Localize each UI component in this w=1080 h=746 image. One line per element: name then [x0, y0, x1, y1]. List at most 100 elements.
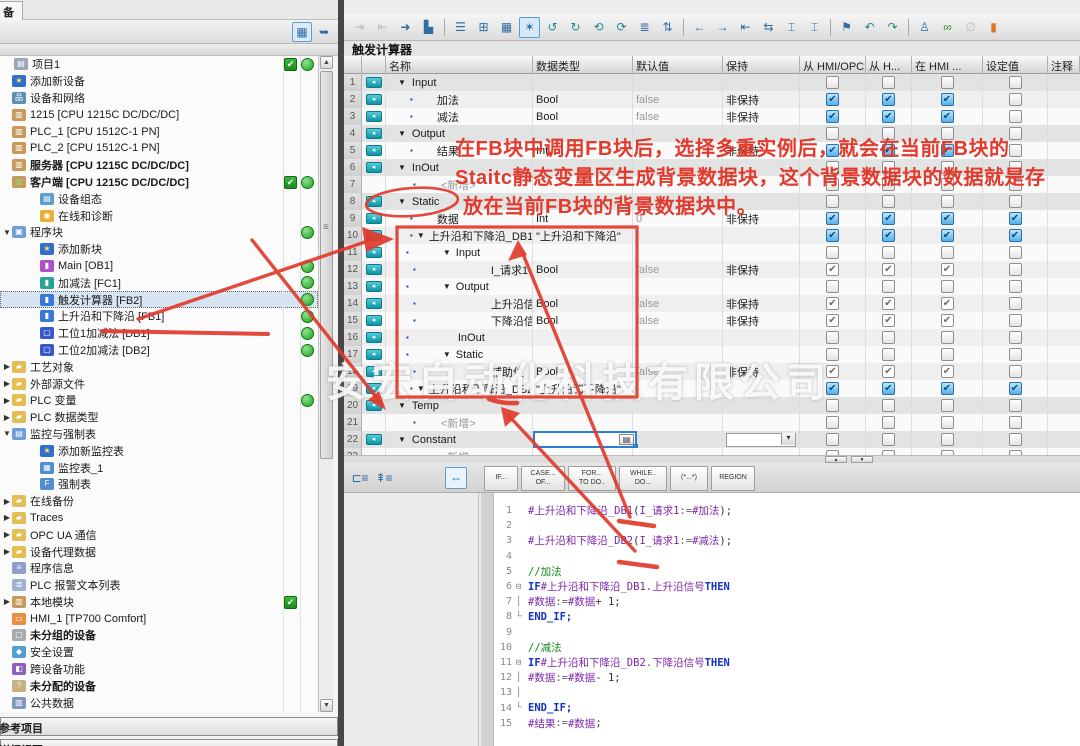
expander-icon[interactable]: ▶: [2, 396, 12, 405]
section-expander-icon[interactable]: ▼: [398, 129, 406, 138]
checked-checkbox[interactable]: ✔: [882, 229, 895, 242]
checked-checkbox[interactable]: ✔: [941, 229, 954, 242]
table-row[interactable]: 21▪<新增>: [344, 414, 1080, 431]
unchecked-checkbox[interactable]: [941, 246, 954, 259]
table-row[interactable]: 3◂▪减法Boolfalse非保持✔✔✔: [344, 108, 1080, 125]
default-value-cell[interactable]: 0: [633, 210, 723, 227]
comment-cell[interactable]: [1048, 193, 1080, 210]
retain-cell[interactable]: 非保持: [723, 312, 800, 329]
table-row[interactable]: 6◂▼InOut: [344, 159, 1080, 176]
checked-checkbox[interactable]: ✔: [882, 382, 895, 395]
data-type-cell[interactable]: [533, 414, 633, 431]
code-line[interactable]: 14└END_IF;: [494, 701, 1080, 716]
table-row[interactable]: 18◂▪辅助位Boolfalse非保持✔✔✔: [344, 363, 1080, 380]
code-line[interactable]: 5//加法: [494, 564, 1080, 579]
name-cell[interactable]: ▪<新增>: [386, 176, 533, 193]
comment-cell[interactable]: [1048, 329, 1080, 346]
unchecked-checkbox[interactable]: [1009, 314, 1022, 327]
type-picker-icon[interactable]: ▤: [619, 434, 634, 445]
table-row[interactable]: 9◂▪数据Int0非保持✔✔✔✔: [344, 210, 1080, 227]
tree-item[interactable]: 品设备和网络: [0, 90, 318, 107]
retain-cell[interactable]: 非保持: [723, 91, 800, 108]
name-cell[interactable]: ▼Temp: [386, 397, 533, 414]
delete-row-icon[interactable]: ⇤: [372, 17, 393, 38]
gray-checked-checkbox[interactable]: ✔: [941, 263, 954, 276]
table-row[interactable]: 16◂▪InOut: [344, 329, 1080, 346]
tree-item[interactable]: ★添加新块: [0, 241, 318, 258]
comment-cell[interactable]: [1048, 74, 1080, 91]
checked-checkbox[interactable]: ✔: [826, 110, 839, 123]
active-edit-cell[interactable]: ▤: [533, 431, 637, 448]
unchecked-checkbox[interactable]: [941, 416, 954, 429]
tree-item[interactable]: ▥服务器 [CPU 1215C DC/DC/DC]: [0, 157, 318, 174]
name-cell[interactable]: ▪下降沿信号: [386, 312, 533, 329]
code-line[interactable]: 7│ #数据 := #数据 + 1;: [494, 594, 1080, 609]
scroll-down-icon[interactable]: ▼: [320, 699, 333, 712]
tree-item[interactable]: ▥客户端 [CPU 1215C DC/DC/DC]✔: [0, 174, 318, 191]
default-value-cell[interactable]: false: [633, 312, 723, 329]
unchecked-checkbox[interactable]: [882, 195, 895, 208]
calc-limits-icon[interactable]: ▦: [496, 17, 517, 38]
unchecked-checkbox[interactable]: [1009, 416, 1022, 429]
unchecked-checkbox[interactable]: [826, 280, 839, 293]
add-row-icon[interactable]: ➜: [395, 17, 416, 38]
unchecked-checkbox[interactable]: [882, 399, 895, 412]
overview-grid-icon[interactable]: ▦: [292, 22, 312, 42]
default-value-cell[interactable]: [633, 227, 723, 244]
comment-cell[interactable]: [1048, 108, 1080, 125]
section-expander-icon[interactable]: ▼: [398, 435, 406, 444]
tree-item[interactable]: ◧跨设备功能: [0, 661, 318, 678]
insert-row-icon[interactable]: ⇥: [349, 17, 370, 38]
section-expander-icon[interactable]: ▼: [443, 282, 451, 291]
unchecked-checkbox[interactable]: [941, 127, 954, 140]
checked-checkbox[interactable]: ✔: [1009, 212, 1022, 225]
comment-cell[interactable]: [1048, 295, 1080, 312]
unchecked-checkbox[interactable]: [1009, 263, 1022, 276]
name-cell[interactable]: ▪▼上升沿和下降沿_DB2: [386, 380, 533, 397]
default-value-cell[interactable]: [633, 380, 723, 397]
reset-start-icon[interactable]: ↺: [542, 17, 563, 38]
outline-view-icon[interactable]: ⊏≡: [350, 469, 370, 487]
column-header[interactable]: 保持: [723, 56, 800, 74]
data-type-cell[interactable]: [533, 329, 633, 346]
unchecked-checkbox[interactable]: [941, 280, 954, 293]
comment-cell[interactable]: [1048, 380, 1080, 397]
section-expander-icon[interactable]: ▼: [443, 248, 451, 257]
data-type-cell[interactable]: Bool: [533, 312, 633, 329]
column-header[interactable]: 注释: [1048, 56, 1080, 74]
unchecked-checkbox[interactable]: [1009, 297, 1022, 310]
data-type-cell[interactable]: [533, 448, 633, 455]
unchecked-checkbox[interactable]: [1009, 280, 1022, 293]
comment-cell[interactable]: [1048, 244, 1080, 261]
unchecked-checkbox[interactable]: [826, 76, 839, 89]
fold-icon[interactable]: ⊟: [516, 658, 528, 668]
default-value-cell[interactable]: false: [633, 295, 723, 312]
sort-icon[interactable]: ☰: [450, 17, 471, 38]
comment-cell[interactable]: [1048, 363, 1080, 380]
unchecked-checkbox[interactable]: [1009, 331, 1022, 344]
data-type-cell[interactable]: "上升沿和下降沿": [533, 227, 633, 244]
scroll-up-icon[interactable]: ▲: [320, 56, 333, 69]
tree-item[interactable]: ▤项目1✔: [0, 56, 318, 73]
tree-item[interactable]: ★添加新监控表: [0, 442, 318, 459]
unchecked-checkbox[interactable]: [941, 195, 954, 208]
code-line[interactable]: 6⊟IF #上升沿和下降沿_DB1.上升沿信号 THEN: [494, 579, 1080, 594]
retain-cell[interactable]: 非保持: [723, 142, 800, 159]
table-row[interactable]: 8◂▼Static: [344, 193, 1080, 210]
comment-cell[interactable]: [1048, 210, 1080, 227]
table-row[interactable]: 23▪<新增>: [344, 448, 1080, 455]
section-expander-icon[interactable]: ▼: [443, 350, 451, 359]
data-type-cell[interactable]: [533, 74, 633, 91]
snippet-button[interactable]: (*...*): [670, 466, 708, 491]
section-expander-icon[interactable]: ▼: [398, 78, 406, 87]
name-cell[interactable]: ▼Input: [386, 74, 533, 91]
name-cell[interactable]: ▪▼Static: [386, 346, 533, 363]
data-type-cell[interactable]: [533, 176, 633, 193]
unchecked-checkbox[interactable]: [826, 348, 839, 361]
data-type-cell[interactable]: Int: [533, 210, 633, 227]
data-type-cell[interactable]: Bool: [533, 295, 633, 312]
monitor-on-icon[interactable]: ∞: [937, 17, 958, 38]
tree-item[interactable]: ▼▤监控与强制表: [0, 426, 318, 443]
tree-item[interactable]: ▢工位2加减法 [DB2]: [0, 342, 318, 359]
unchecked-checkbox[interactable]: [882, 348, 895, 361]
